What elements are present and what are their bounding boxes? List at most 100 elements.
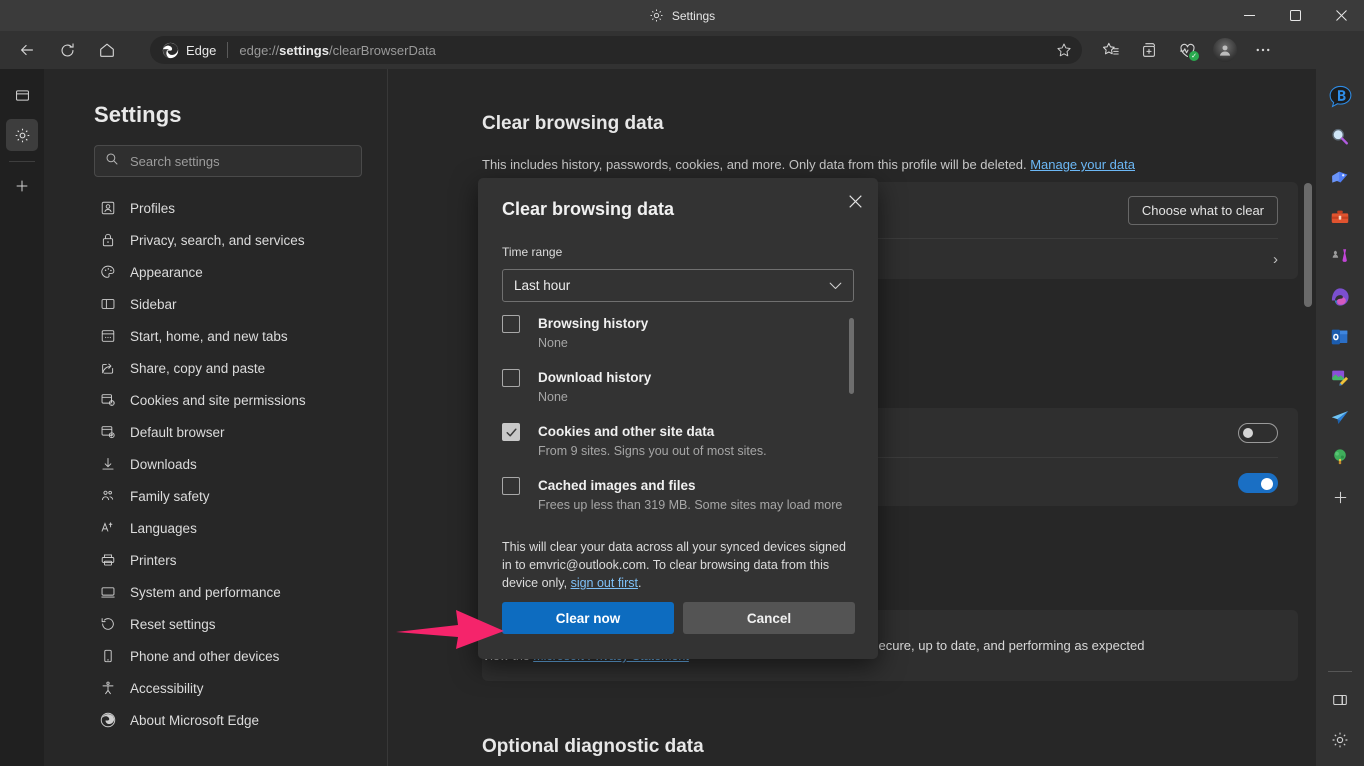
sidebar-item-printers[interactable]: Printers [88, 544, 383, 576]
sidebar-item-appearance[interactable]: Appearance [88, 256, 383, 288]
checkbox-row[interactable]: Cached images and filesFrees up less tha… [502, 476, 854, 512]
sidebar-item-privacy-search-and-services[interactable]: Privacy, search, and services [88, 224, 383, 256]
gear-icon[interactable] [1322, 720, 1358, 760]
checkbox-row[interactable]: Download history None [502, 368, 854, 404]
sign-out-first-link[interactable]: sign out first [571, 576, 638, 590]
close-icon[interactable] [840, 186, 870, 216]
settings-sidebar: Settings ProfilesPrivacy, search, and se… [44, 69, 387, 766]
microsoft365-icon[interactable] [1322, 277, 1358, 317]
toolbar-right-icons: ✓ [1094, 35, 1280, 65]
time-range-select[interactable]: Last hour [502, 269, 854, 302]
rail-divider [9, 161, 35, 162]
dialog-scrollbar-thumb[interactable] [849, 318, 854, 394]
family-icon [100, 488, 116, 504]
sidebar-item-profiles[interactable]: Profiles [88, 192, 383, 224]
cancel-button[interactable]: Cancel [683, 602, 855, 634]
sidebar-item-start-home-and-new-tabs[interactable]: Start, home, and new tabs [88, 320, 383, 352]
avatar [1213, 38, 1237, 62]
sidebar-item-reset-settings[interactable]: Reset settings [88, 608, 383, 640]
minimize-button[interactable] [1226, 0, 1272, 31]
add-icon[interactable] [1322, 477, 1358, 517]
search-settings-box[interactable] [94, 145, 362, 177]
omnibox-separator [227, 42, 228, 58]
checkbox-description: None [538, 390, 854, 404]
chevron-right-icon: › [1273, 251, 1278, 268]
sidebar-item-label: Sidebar [130, 297, 177, 312]
copilot-icon[interactable] [1322, 77, 1358, 117]
sidebar-item-label: Phone and other devices [130, 649, 279, 664]
checkbox-label: Browsing history [538, 314, 854, 333]
search-input[interactable] [130, 154, 351, 169]
sidebar-item-label: Profiles [130, 201, 175, 216]
checkbox-row[interactable]: Browsing history None [502, 314, 854, 350]
sidebar-item-phone-and-other-devices[interactable]: Phone and other devices [88, 640, 383, 672]
sidebar-item-downloads[interactable]: Downloads [88, 448, 383, 480]
profile-avatar[interactable] [1208, 35, 1242, 65]
back-button[interactable] [10, 35, 44, 65]
paper-plane-icon[interactable] [1322, 397, 1358, 437]
settings-tab-icon[interactable] [6, 119, 38, 151]
settings-and-more-icon[interactable] [1246, 35, 1280, 65]
sidebar-item-sidebar[interactable]: Sidebar [88, 288, 383, 320]
collections-icon[interactable] [1132, 35, 1166, 65]
tools-icon[interactable] [1322, 197, 1358, 237]
refresh-button[interactable] [50, 35, 84, 65]
choose-what-to-clear-button[interactable]: Choose what to clear [1128, 196, 1278, 225]
close-window-button[interactable] [1318, 0, 1364, 31]
edge-chip-label: Edge [186, 43, 216, 58]
tree-icon[interactable] [1322, 437, 1358, 477]
checkbox-checked-icon[interactable] [502, 423, 520, 441]
status-check-badge: ✓ [1189, 51, 1199, 61]
sidebar-item-label: Cookies and site permissions [130, 393, 306, 408]
window-title-group: Settings [0, 0, 1364, 31]
favorites-icon[interactable] [1094, 35, 1128, 65]
checkbox-label: Cookies and other site data [538, 422, 854, 441]
maximize-restore-button[interactable] [1272, 0, 1318, 31]
sidebar-item-label: Languages [130, 521, 197, 536]
tab-actions-icon[interactable] [6, 79, 38, 111]
sidebar-icon [100, 296, 116, 312]
sidebar-item-about-microsoft-edge[interactable]: About Microsoft Edge [88, 704, 383, 736]
dialog-note-part2: . [638, 576, 641, 590]
checkbox-unchecked-icon[interactable] [502, 369, 520, 387]
manage-your-data-link[interactable]: Manage your data [1030, 157, 1135, 172]
content-scrollbar-thumb[interactable] [1304, 183, 1312, 307]
window-title-bar: Settings [0, 0, 1364, 31]
do-not-track-toggle[interactable] [1238, 423, 1278, 443]
browser-essentials-icon[interactable]: ✓ [1170, 35, 1204, 65]
sidebar-item-default-browser[interactable]: Default browser [88, 416, 383, 448]
toggle-knob [1243, 428, 1253, 438]
time-range-label: Time range [502, 245, 562, 259]
address-bar[interactable]: Edge edge://settings/clearBrowserData [150, 36, 1082, 64]
checkbox-unchecked-icon[interactable] [502, 315, 520, 333]
sidebar-item-family-safety[interactable]: Family safety [88, 480, 383, 512]
new-tab-icon[interactable] [6, 170, 38, 202]
checkbox-label: Cached images and files [538, 476, 854, 495]
checkbox-label: Download history [538, 368, 854, 387]
address-bar-url[interactable]: edge://settings/clearBrowserData [239, 43, 1050, 58]
split-screen-icon[interactable] [1322, 680, 1358, 720]
sidebar-item-languages[interactable]: Languages [88, 512, 383, 544]
checkbox-row[interactable]: Cookies and other site dataFrom 9 sites.… [502, 422, 854, 458]
image-editor-icon[interactable] [1322, 357, 1358, 397]
sidebar-item-cookies-and-site-permissions[interactable]: Cookies and site permissions [88, 384, 383, 416]
games-icon[interactable] [1322, 237, 1358, 277]
dialog-title: Clear browsing data [502, 199, 674, 220]
search-icon [105, 152, 119, 171]
shopping-tag-icon[interactable] [1322, 157, 1358, 197]
edge-icon [100, 712, 116, 728]
payment-methods-toggle[interactable] [1238, 473, 1278, 493]
sidebar-item-share-copy-and-paste[interactable]: Share, copy and paste [88, 352, 383, 384]
sidebar-item-accessibility[interactable]: Accessibility [88, 672, 383, 704]
checkbox-description: None [538, 336, 854, 350]
sidebar-item-label: Share, copy and paste [130, 361, 265, 376]
search-icon[interactable] [1322, 117, 1358, 157]
data-type-checkbox-list: Browsing history None Download history None… [502, 314, 854, 526]
add-favorite-icon[interactable] [1050, 38, 1078, 62]
clear-now-button[interactable]: Clear now [502, 602, 674, 634]
content-heading: Clear browsing data [482, 113, 664, 135]
home-button[interactable] [90, 35, 124, 65]
sidebar-item-system-and-performance[interactable]: System and performance [88, 576, 383, 608]
checkbox-unchecked-icon[interactable] [502, 477, 520, 495]
outlook-icon[interactable] [1322, 317, 1358, 357]
